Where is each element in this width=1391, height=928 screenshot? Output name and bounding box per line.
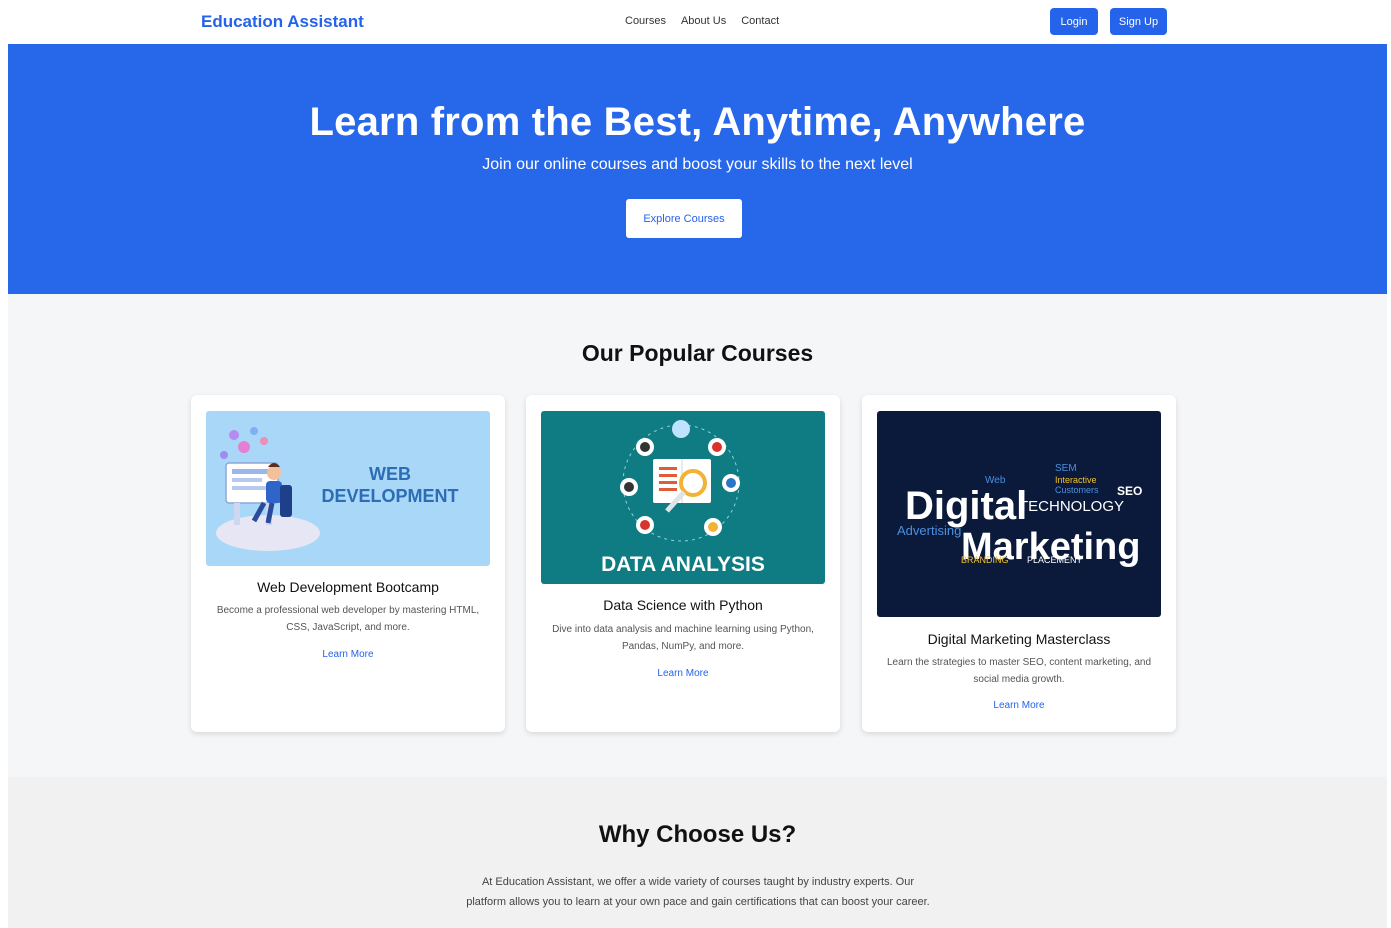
course-title: Digital Marketing Masterclass (927, 631, 1111, 647)
course-card-data-science: DATA ANALYSIS Data Science with Python D… (526, 395, 840, 732)
nav-link-contact[interactable]: Contact (741, 15, 779, 27)
explore-courses-button[interactable]: Explore Courses (626, 199, 742, 238)
digital-marketing-image: Digital Marketing TECHNOLOGY Advertising… (877, 411, 1161, 617)
marketing-word-branding: BRANDING (961, 555, 1009, 565)
hero-subtitle: Join our online courses and boost your s… (482, 156, 913, 173)
brand-logo[interactable]: Education Assistant (201, 12, 364, 32)
marketing-word-placement: PLACEMENT (1027, 555, 1083, 565)
why-text-line-1: At Education Assistant, we offer a wide … (481, 876, 915, 888)
learn-more-link[interactable]: Learn More (526, 668, 840, 679)
why-text-line-2: platform allows you to learn at your own… (466, 896, 930, 908)
data-analysis-image: DATA ANALYSIS (541, 411, 825, 584)
courses-section: Our Popular Courses WEB DEVELOPMENT Web … (8, 294, 1387, 777)
course-description: Learn the strategies to master SEO, cont… (886, 657, 1152, 685)
course-description: Dive into data analysis and machine lear… (552, 624, 814, 652)
navbar: Education Assistant Courses About Us Con… (0, 0, 1391, 44)
data-image-text: DATA ANALYSIS (601, 553, 765, 576)
course-title: Web Development Bootcamp (257, 579, 439, 595)
marketing-word-interactive: Interactive (1055, 475, 1097, 485)
marketing-word-sem: SEM (1055, 463, 1077, 474)
web-development-image: WEB DEVELOPMENT (206, 411, 490, 566)
hero-title: Learn from the Best, Anytime, Anywhere (309, 100, 1086, 144)
nav-link-courses[interactable]: Courses (625, 15, 666, 27)
login-button[interactable]: Login (1050, 8, 1098, 35)
web-image-text-2: DEVELOPMENT (321, 486, 458, 506)
learn-more-link[interactable]: Learn More (862, 700, 1176, 711)
course-card-digital-marketing: Digital Marketing TECHNOLOGY Advertising… (862, 395, 1176, 732)
marketing-word-advertising: Advertising (897, 523, 961, 538)
nav-link-about[interactable]: About Us (681, 15, 726, 27)
nav-links: Courses About Us Contact (625, 15, 779, 27)
course-card-web-development: WEB DEVELOPMENT Web Development Bootcamp… (191, 395, 505, 732)
learn-more-link[interactable]: Learn More (191, 649, 505, 660)
marketing-word-technology: TECHNOLOGY (1019, 498, 1124, 515)
hero-section: Learn from the Best, Anytime, Anywhere J… (8, 44, 1387, 294)
marketing-word-digital: Digital (905, 484, 1027, 528)
why-text: At Education Assistant, we offer a wide … (433, 872, 963, 912)
signup-button[interactable]: Sign Up (1110, 8, 1167, 35)
marketing-word-seo: SEO (1117, 484, 1142, 498)
why-title: Why Choose Us? (598, 821, 797, 848)
course-title: Data Science with Python (603, 597, 763, 613)
course-description: Become a professional web developer by m… (216, 605, 480, 633)
marketing-word-customers: Customers (1055, 485, 1099, 495)
why-section: Why Choose Us? At Education Assistant, w… (8, 777, 1387, 928)
web-image-text-1: WEB (369, 464, 411, 484)
courses-title: Our Popular Courses (581, 340, 814, 366)
marketing-word-web: Web (985, 475, 1006, 486)
